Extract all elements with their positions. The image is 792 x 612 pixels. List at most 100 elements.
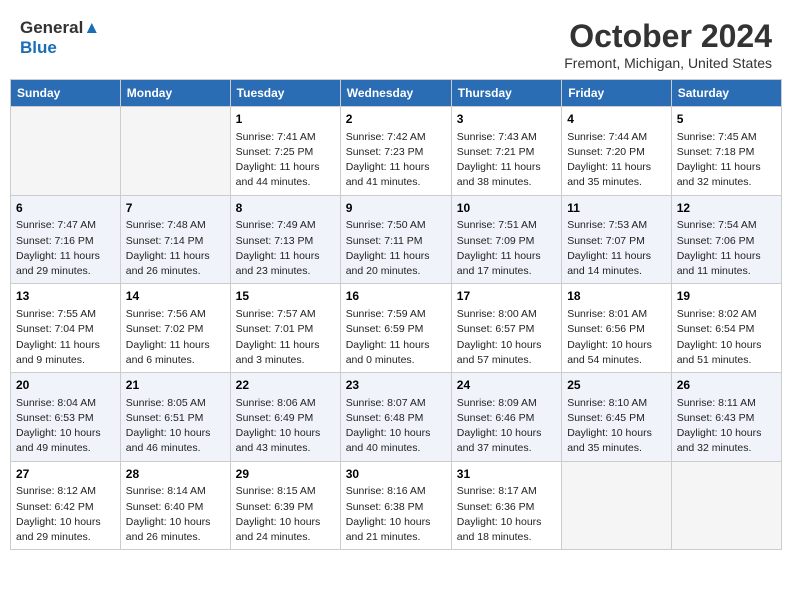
table-row: 30Sunrise: 8:16 AM Sunset: 6:38 PM Dayli… — [340, 461, 451, 550]
table-row: 8Sunrise: 7:49 AM Sunset: 7:13 PM Daylig… — [230, 195, 340, 284]
table-row: 23Sunrise: 8:07 AM Sunset: 6:48 PM Dayli… — [340, 373, 451, 462]
logo: General▲ Blue — [20, 18, 100, 57]
table-row: 1 Sunrise: 7:41 AM Sunset: 7:25 PM Daylig… — [230, 107, 340, 196]
table-row: 20Sunrise: 8:04 AM Sunset: 6:53 PM Dayli… — [11, 373, 121, 462]
day-info: Sunrise: 8:12 AM Sunset: 6:42 PM Dayligh… — [16, 484, 115, 545]
day-info: Sunrise: 8:05 AM Sunset: 6:51 PM Dayligh… — [126, 396, 225, 457]
day-number: 27 — [16, 466, 115, 483]
header-tuesday: Tuesday — [230, 80, 340, 107]
table-row: 25 Sunrise: 8:10 AM Sunset: 6:45 PM Dayli… — [562, 373, 672, 462]
day-number: 16 — [346, 288, 446, 305]
day-info: Sunrise: 7:45 AM Sunset: 7:18 PM Dayligh… — [677, 130, 776, 191]
day-number: 3 — [457, 111, 556, 128]
day-number: 18 — [567, 288, 666, 305]
table-row: 31Sunrise: 8:17 AM Sunset: 6:36 PM Dayli… — [451, 461, 561, 550]
table-row: 13Sunrise: 7:55 AM Sunset: 7:04 PM Dayli… — [11, 284, 121, 373]
calendar-week-row: 27Sunrise: 8:12 AM Sunset: 6:42 PM Dayli… — [11, 461, 782, 550]
calendar-week-row: 13Sunrise: 7:55 AM Sunset: 7:04 PM Dayli… — [11, 284, 782, 373]
table-row — [120, 107, 230, 196]
day-info: Sunrise: 7:56 AM Sunset: 7:02 PM Dayligh… — [126, 307, 225, 368]
day-info: Sunrise: 8:10 AM Sunset: 6:45 PM Dayligh… — [567, 396, 666, 457]
table-row: 18 Sunrise: 8:01 AM Sunset: 6:56 PM Dayli… — [562, 284, 672, 373]
header-monday: Monday — [120, 80, 230, 107]
day-number: 26 — [677, 377, 776, 394]
day-number: 11 — [567, 200, 666, 217]
table-row: 4 Sunrise: 7:44 AM Sunset: 7:20 PM Daylig… — [562, 107, 672, 196]
day-number: 21 — [126, 377, 225, 394]
header-wednesday: Wednesday — [340, 80, 451, 107]
table-row: 11Sunrise: 7:53 AM Sunset: 7:07 PM Dayli… — [562, 195, 672, 284]
day-info: Sunrise: 7:59 AM Sunset: 6:59 PM Dayligh… — [346, 307, 446, 368]
table-row: 6Sunrise: 7:47 AM Sunset: 7:16 PM Daylig… — [11, 195, 121, 284]
day-number: 29 — [236, 466, 335, 483]
day-info: Sunrise: 8:15 AM Sunset: 6:39 PM Dayligh… — [236, 484, 335, 545]
day-info: Sunrise: 7:43 AM Sunset: 7:21 PM Dayligh… — [457, 130, 556, 191]
day-info: Sunrise: 7:54 AM Sunset: 7:06 PM Dayligh… — [677, 218, 776, 279]
location-subtitle: Fremont, Michigan, United States — [564, 55, 772, 71]
day-number: 9 — [346, 200, 446, 217]
day-number: 4 — [567, 111, 666, 128]
day-info: Sunrise: 7:41 AM Sunset: 7:25 PM Dayligh… — [236, 130, 335, 191]
day-info: Sunrise: 7:55 AM Sunset: 7:04 PM Dayligh… — [16, 307, 115, 368]
logo-line1: General▲ — [20, 18, 100, 38]
day-info: Sunrise: 8:07 AM Sunset: 6:48 PM Dayligh… — [346, 396, 446, 457]
day-info: Sunrise: 7:50 AM Sunset: 7:11 PM Dayligh… — [346, 218, 446, 279]
day-info: Sunrise: 8:16 AM Sunset: 6:38 PM Dayligh… — [346, 484, 446, 545]
table-row: 21 Sunrise: 8:05 AM Sunset: 6:51 PM Dayli… — [120, 373, 230, 462]
title-block: October 2024 Fremont, Michigan, United S… — [564, 18, 772, 71]
day-number: 6 — [16, 200, 115, 217]
day-number: 12 — [677, 200, 776, 217]
day-info: Sunrise: 8:01 AM Sunset: 6:56 PM Dayligh… — [567, 307, 666, 368]
day-number: 14 — [126, 288, 225, 305]
table-row: 16 Sunrise: 7:59 AM Sunset: 6:59 PM Dayli… — [340, 284, 451, 373]
day-number: 20 — [16, 377, 115, 394]
day-info: Sunrise: 8:06 AM Sunset: 6:49 PM Dayligh… — [236, 396, 335, 457]
day-info: Sunrise: 8:02 AM Sunset: 6:54 PM Dayligh… — [677, 307, 776, 368]
page-header: General▲ Blue October 2024 Fremont, Mich… — [10, 10, 782, 75]
day-number: 24 — [457, 377, 556, 394]
table-row: 22 Sunrise: 8:06 AM Sunset: 6:49 PM Dayli… — [230, 373, 340, 462]
day-info: Sunrise: 7:47 AM Sunset: 7:16 PM Dayligh… — [16, 218, 115, 279]
day-info: Sunrise: 7:49 AM Sunset: 7:13 PM Dayligh… — [236, 218, 335, 279]
header-saturday: Saturday — [671, 80, 781, 107]
day-number: 15 — [236, 288, 335, 305]
header-friday: Friday — [562, 80, 672, 107]
table-row: 14 Sunrise: 7:56 AM Sunset: 7:02 PM Dayli… — [120, 284, 230, 373]
table-row: 15 Sunrise: 7:57 AM Sunset: 7:01 PM Dayli… — [230, 284, 340, 373]
logo-line2: Blue — [20, 38, 100, 58]
day-info: Sunrise: 7:44 AM Sunset: 7:20 PM Dayligh… — [567, 130, 666, 191]
day-info: Sunrise: 8:11 AM Sunset: 6:43 PM Dayligh… — [677, 396, 776, 457]
day-number: 8 — [236, 200, 335, 217]
day-number: 17 — [457, 288, 556, 305]
day-number: 22 — [236, 377, 335, 394]
day-info: Sunrise: 8:14 AM Sunset: 6:40 PM Dayligh… — [126, 484, 225, 545]
day-number: 1 — [236, 111, 335, 128]
table-row: 26 Sunrise: 8:11 AM Sunset: 6:43 PM Dayli… — [671, 373, 781, 462]
header-thursday: Thursday — [451, 80, 561, 107]
day-info: Sunrise: 8:00 AM Sunset: 6:57 PM Dayligh… — [457, 307, 556, 368]
day-info: Sunrise: 7:48 AM Sunset: 7:14 PM Dayligh… — [126, 218, 225, 279]
day-number: 25 — [567, 377, 666, 394]
table-row — [562, 461, 672, 550]
day-number: 10 — [457, 200, 556, 217]
table-row: 17 Sunrise: 8:00 AM Sunset: 6:57 PM Dayli… — [451, 284, 561, 373]
calendar-week-row: 1 Sunrise: 7:41 AM Sunset: 7:25 PM Daylig… — [11, 107, 782, 196]
calendar-week-row: 6Sunrise: 7:47 AM Sunset: 7:16 PM Daylig… — [11, 195, 782, 284]
month-title: October 2024 — [564, 18, 772, 55]
day-number: 7 — [126, 200, 225, 217]
table-row: 2Sunrise: 7:42 AM Sunset: 7:23 PM Daylig… — [340, 107, 451, 196]
day-info: Sunrise: 7:42 AM Sunset: 7:23 PM Dayligh… — [346, 130, 446, 191]
table-row: 27Sunrise: 8:12 AM Sunset: 6:42 PM Dayli… — [11, 461, 121, 550]
day-info: Sunrise: 7:51 AM Sunset: 7:09 PM Dayligh… — [457, 218, 556, 279]
day-info: Sunrise: 7:57 AM Sunset: 7:01 PM Dayligh… — [236, 307, 335, 368]
day-info: Sunrise: 8:09 AM Sunset: 6:46 PM Dayligh… — [457, 396, 556, 457]
calendar-week-row: 20Sunrise: 8:04 AM Sunset: 6:53 PM Dayli… — [11, 373, 782, 462]
table-row: 9Sunrise: 7:50 AM Sunset: 7:11 PM Daylig… — [340, 195, 451, 284]
table-row — [671, 461, 781, 550]
table-row: 3 Sunrise: 7:43 AM Sunset: 7:21 PM Daylig… — [451, 107, 561, 196]
header-sunday: Sunday — [11, 80, 121, 107]
day-info: Sunrise: 7:53 AM Sunset: 7:07 PM Dayligh… — [567, 218, 666, 279]
table-row: 10Sunrise: 7:51 AM Sunset: 7:09 PM Dayli… — [451, 195, 561, 284]
calendar-table: Sunday Monday Tuesday Wednesday Thursday… — [10, 79, 782, 550]
day-info: Sunrise: 8:17 AM Sunset: 6:36 PM Dayligh… — [457, 484, 556, 545]
